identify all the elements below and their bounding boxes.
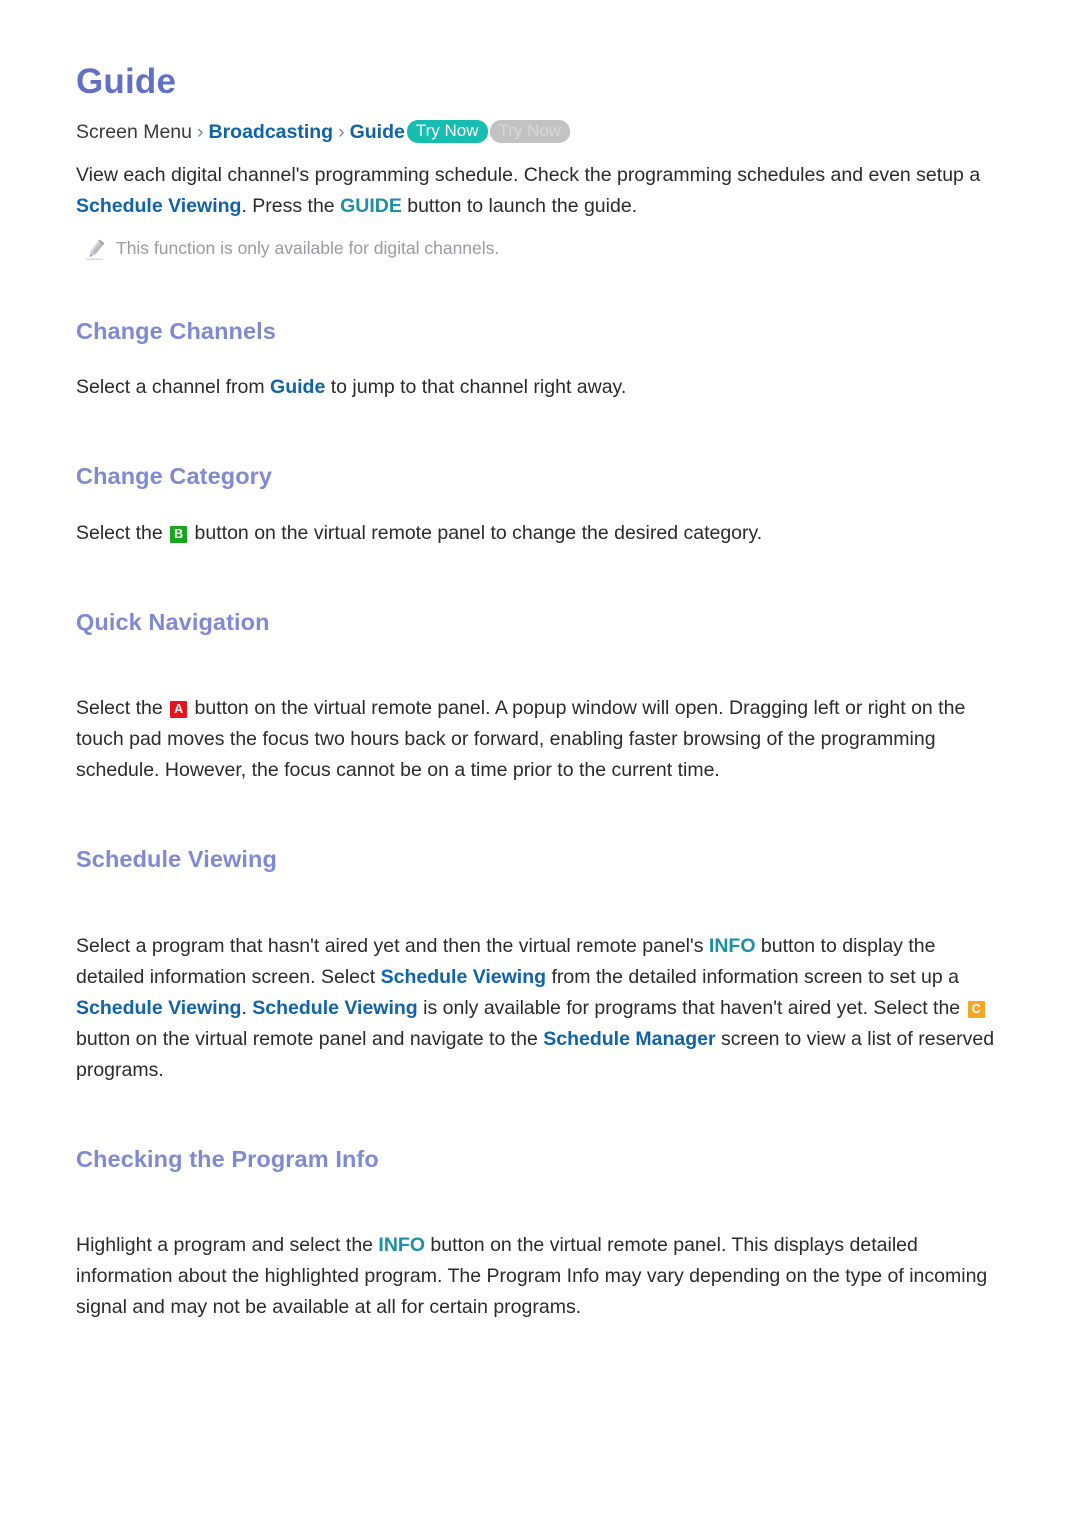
link-guide-button[interactable]: GUIDE xyxy=(340,195,402,217)
section-heading-schedule-viewing: Schedule Viewing xyxy=(76,846,277,873)
breadcrumb-root: Screen Menu xyxy=(76,121,192,144)
section-heading-checking-program-info: Checking the Program Info xyxy=(76,1145,379,1172)
body-text: from the detailed information screen to … xyxy=(546,965,960,988)
body-text: to jump to that channel right away. xyxy=(325,376,627,399)
breadcrumb-separator-icon: › xyxy=(196,121,204,144)
body-text: is only available for programs that have… xyxy=(417,996,966,1019)
body-text: Select the xyxy=(76,697,169,720)
link-info-button[interactable]: INFO xyxy=(709,935,756,957)
section-body-quick-navigation: Select the A button on the virtual remot… xyxy=(76,693,1006,786)
breadcrumb: Screen Menu › Broadcasting › Guide Try Now Try… xyxy=(76,118,1020,147)
key-button-a-icon: A xyxy=(170,701,188,719)
body-text: button on the virtual remote panel to ch… xyxy=(189,521,763,544)
note-text: This function is only available for digi… xyxy=(116,237,500,258)
intro-paragraph: View each digital channel's programming … xyxy=(76,160,1006,222)
section-heading-quick-navigation: Quick Navigation xyxy=(76,608,270,635)
key-button-b-icon: B xyxy=(170,525,188,543)
body-text: Highlight a program and select the xyxy=(76,1234,379,1257)
link-schedule-viewing[interactable]: Schedule Viewing xyxy=(76,997,241,1019)
breadcrumb-item-guide[interactable]: Guide xyxy=(350,121,405,143)
section-heading-change-channels: Change Channels xyxy=(76,317,276,344)
link-schedule-viewing[interactable]: Schedule Viewing xyxy=(76,195,241,217)
section-body-change-channels: Select a channel from Guide to jump to t… xyxy=(76,372,1006,403)
document-page: Guide Screen Menu › Broadcasting › Guide Try … xyxy=(0,0,1080,1527)
breadcrumb-separator-icon: › xyxy=(338,121,345,144)
body-text: Select a program that hasn't aired yet a… xyxy=(76,934,709,957)
key-button-c-icon: C xyxy=(967,1000,985,1018)
body-text: Select the xyxy=(76,521,169,544)
try-now-badge-inactive: Try Now xyxy=(489,120,571,144)
link-info-button[interactable]: INFO xyxy=(378,1234,425,1256)
try-now-badge-active[interactable]: Try Now xyxy=(406,120,488,144)
intro-text-4: button to launch the guide. xyxy=(401,194,638,217)
section-body-change-category: Select the B button on the virtual remot… xyxy=(76,518,1006,549)
pencil-icon xyxy=(84,238,106,262)
link-schedule-manager[interactable]: Schedule Manager xyxy=(543,1028,715,1050)
section-heading-change-category: Change Category xyxy=(76,463,273,490)
link-schedule-viewing[interactable]: Schedule Viewing xyxy=(381,966,546,988)
body-text: . xyxy=(241,996,253,1019)
link-guide[interactable]: Guide xyxy=(270,376,325,398)
breadcrumb-item-broadcasting[interactable]: Broadcasting xyxy=(208,121,333,143)
intro-text-2: a xyxy=(969,163,981,186)
body-text: button on the virtual remote panel. A po… xyxy=(76,697,966,782)
link-schedule-viewing[interactable]: Schedule Viewing xyxy=(252,997,417,1019)
section-body-schedule-viewing: Select a program that hasn't aired yet a… xyxy=(76,931,1006,1086)
section-body-checking-program-info: Highlight a program and select the INFO … xyxy=(76,1230,1006,1323)
body-text: Select a channel from xyxy=(76,376,271,399)
note-row: This function is only available for digi… xyxy=(84,236,1020,262)
intro-text-3: . Press the xyxy=(241,194,341,217)
page-title: Guide xyxy=(76,62,177,101)
intro-text-1: View each digital channel's programming … xyxy=(76,163,964,186)
body-text: button on the virtual remote panel and n… xyxy=(76,1027,544,1050)
